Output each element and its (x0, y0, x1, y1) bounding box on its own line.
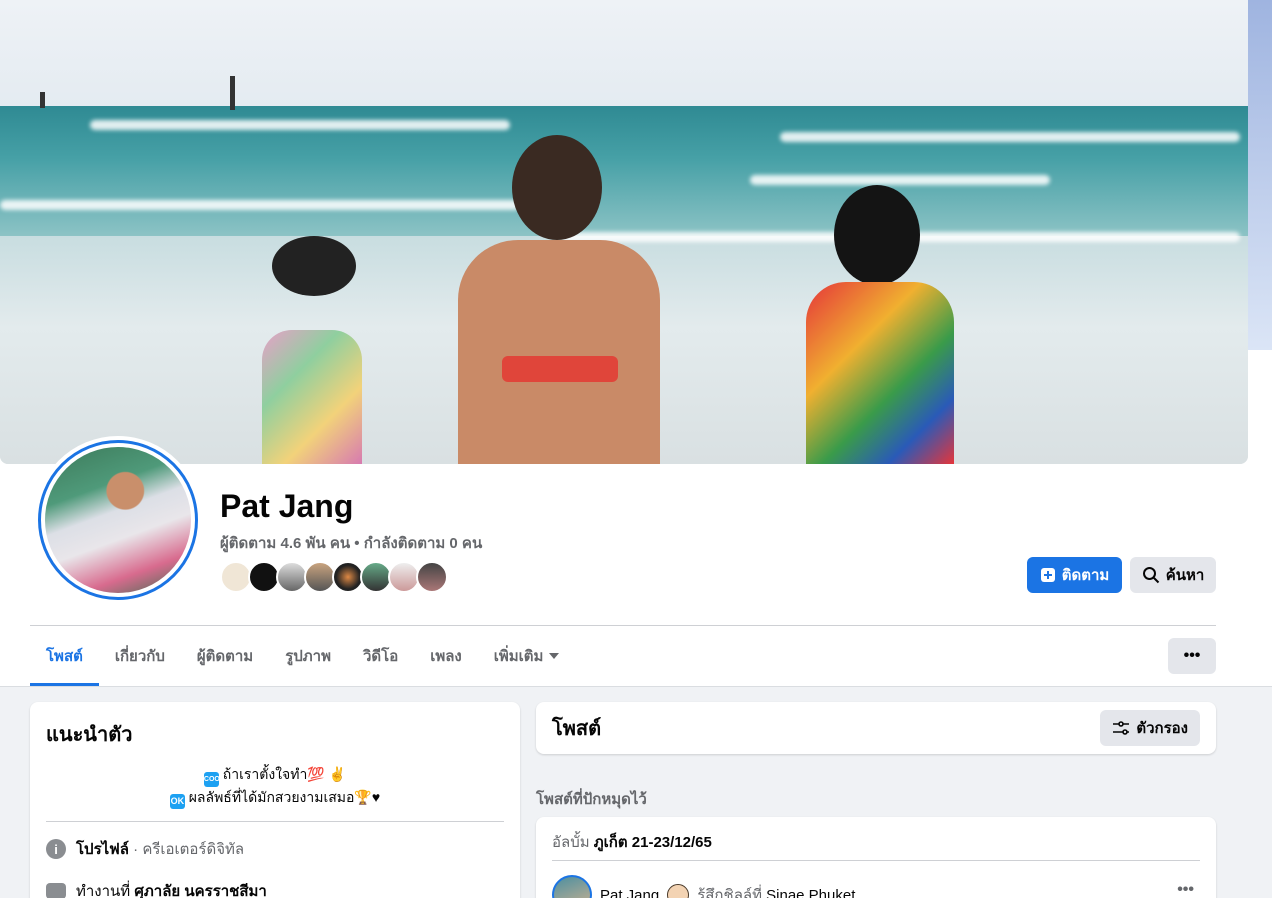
post-author-row: Pat Jang รู้สึกชิลล์ที่ Sinae Phuket (552, 861, 1200, 898)
cover-child-head (272, 236, 356, 296)
tab-more-label: เพิ่มเติม (493, 648, 544, 665)
follower-avatars[interactable] (220, 561, 448, 593)
filter-button[interactable]: ตัวกรอง (1100, 710, 1200, 746)
follower-stats[interactable]: ผู้ติดตาม 4.6 พัน คน • กำลังติดตาม 0 คน (220, 531, 482, 555)
cover-wave (780, 132, 1240, 142)
tab-followers[interactable]: ผู้ติดตาม (181, 626, 269, 686)
profile-avatar[interactable] (34, 436, 202, 604)
feeling-text: รู้สึกชิลล์ที่ (697, 887, 767, 898)
post-location[interactable]: Sinae Phuket (766, 887, 855, 898)
bio-text: ผลลัพธ์ที่ได้มักสวยงามเสมอ🏆♥ (188, 789, 381, 805)
posts-header-card: โพสต์ ตัวกรอง (536, 702, 1216, 754)
briefcase-icon (46, 883, 66, 898)
work-row: ทำงานที่ ศุภาลัย นครราชสีมา (46, 880, 504, 898)
caret-down-icon (549, 653, 560, 659)
bio-line: COOL ถ้าเราตั้งใจทำ💯 ✌️ (46, 764, 504, 787)
cover-boy-shirt (806, 282, 954, 464)
cover-sky (0, 0, 1248, 108)
filter-icon (1113, 721, 1130, 735)
profile-label: โปรไฟล์ (76, 841, 129, 858)
post-author-name[interactable]: Pat Jang (600, 887, 659, 898)
cover-post (40, 92, 45, 108)
profile-tabs: โพสต์ เกี่ยวกับ ผู้ติดตาม รูปภาพ วิดีโอ … (30, 626, 575, 686)
tab-more[interactable]: เพิ่มเติม (478, 626, 576, 686)
album-prefix: อัลบั้ม (552, 834, 594, 851)
tab-music[interactable]: เพลง (414, 626, 478, 686)
scrollbar[interactable] (1248, 0, 1272, 350)
post-menu-button[interactable]: ••• (1177, 881, 1194, 898)
avatar-image (45, 447, 191, 593)
cover-boy-head (834, 185, 920, 285)
intro-title: แนะนำตัว (46, 724, 133, 746)
plus-box-icon (1040, 568, 1055, 582)
search-icon (1142, 567, 1159, 584)
cover-woman-head (512, 135, 602, 240)
tab-photos[interactable]: รูปภาพ (269, 626, 347, 686)
info-icon: i (46, 839, 66, 859)
avatar[interactable] (552, 875, 592, 898)
cover-post (230, 76, 235, 110)
work-place[interactable]: ศุภาลัย นครราชสีมา (134, 883, 266, 898)
pinned-post-card: อัลบั้ม ภูเก็ต 21-23/12/65 Pat Jang รู้ส… (536, 817, 1216, 898)
filter-label: ตัวกรอง (1136, 720, 1188, 737)
cover-wave (750, 175, 1050, 185)
story-ring (38, 440, 198, 600)
cool-icon: COOL (203, 772, 224, 787)
bio-line: OK ผลลัพธ์ที่ได้มักสวยงามเสมอ🏆♥ (46, 787, 504, 809)
intro-divider (46, 821, 504, 822)
bio-text: ถ้าเราตั้งใจทำ💯 ✌️ (222, 766, 347, 782)
search-label: ค้นหา (1165, 567, 1205, 584)
tab-about[interactable]: เกี่ยวกับ (99, 626, 181, 686)
search-button[interactable]: ค้นหา (1130, 557, 1216, 593)
album-title: อัลบั้ม ภูเก็ต 21-23/12/65 (552, 817, 1200, 860)
ok-icon: OK (169, 794, 185, 809)
profile-type-row: i โปรไฟล์ · ครีเอเตอร์ดิจิทัล (46, 838, 504, 860)
posts-title: โพสต์ (552, 718, 602, 740)
tab-posts[interactable]: โพสต์ (30, 626, 99, 686)
follower-avatar[interactable] (416, 561, 448, 593)
cover-photo[interactable] (0, 0, 1248, 464)
profile-name: Pat Jang (220, 488, 354, 524)
tab-videos[interactable]: วิดีโอ (347, 626, 414, 686)
tabs-divider (0, 686, 1272, 687)
cover-wave (90, 120, 510, 130)
cover-woman-body (458, 240, 660, 464)
feeling-emoji-icon (667, 884, 690, 898)
more-options-button[interactable]: ••• (1168, 638, 1216, 674)
follow-label: ติดตาม (1061, 567, 1110, 584)
album-name[interactable]: ภูเก็ต 21-23/12/65 (594, 834, 712, 851)
bio: COOL ถ้าเราตั้งใจทำ💯 ✌️ OK ผลลัพธ์ที่ได้… (46, 764, 504, 809)
cover-woman-top (502, 356, 618, 382)
intro-card: แนะนำตัว COOL ถ้าเราตั้งใจทำ💯 ✌️ OK ผลลั… (30, 702, 520, 898)
pinned-posts-label: โพสต์ที่ปักหมุดไว้ (536, 791, 647, 808)
profile-type: · ครีเอเตอร์ดิจิทัล (129, 841, 245, 858)
work-prefix: ทำงานที่ (76, 883, 135, 898)
cover-wave (0, 200, 520, 210)
follow-button[interactable]: ติดตาม (1027, 557, 1122, 593)
cover-child-body (262, 330, 362, 464)
